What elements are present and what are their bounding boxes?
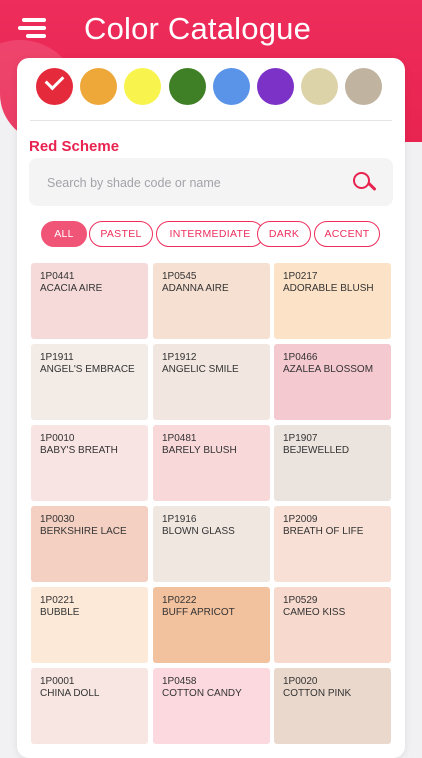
tab-dark[interactable]: DARK — [257, 221, 311, 247]
shade-code: 1P0466 — [283, 352, 318, 363]
color-swatch-red[interactable] — [36, 68, 73, 105]
shade-name: BREATH OF LIFE — [283, 526, 364, 537]
shade-tile[interactable]: 1P0222 BUFF APRICOT — [153, 587, 270, 663]
search-input[interactable] — [45, 170, 339, 196]
shade-tile[interactable]: 1P0221 BUBBLE — [31, 587, 148, 663]
shade-name: COTTON CANDY — [162, 688, 242, 699]
shade-name: BUFF APRICOT — [162, 607, 235, 618]
shade-tile[interactable]: 1P1916 BLOWN GLASS — [153, 506, 270, 582]
shade-name: ACACIA AIRE — [40, 283, 103, 294]
shade-code: 1P0030 — [40, 514, 75, 525]
menu-line — [18, 26, 46, 30]
shade-name: CAMEO KISS — [283, 607, 346, 618]
shade-tile[interactable]: 1P0030 BERKSHIRE LACE — [31, 506, 148, 582]
check-icon — [44, 70, 65, 91]
shade-code: 1P0545 — [162, 271, 197, 282]
shade-tile[interactable]: 1P0481 BARELY BLUSH — [153, 425, 270, 501]
shade-tile[interactable]: 1P0545 ADANNA AIRE — [153, 263, 270, 339]
shade-name: ADANNA AIRE — [162, 283, 229, 294]
shade-name: ANGEL'S EMBRACE — [40, 364, 135, 375]
shade-tile[interactable]: 1P2009 BREATH OF LIFE — [274, 506, 391, 582]
color-swatch-orange[interactable] — [80, 68, 117, 105]
tab-accent[interactable]: ACCENT — [314, 221, 380, 247]
hamburger-menu-icon[interactable] — [18, 16, 50, 40]
shade-tile[interactable]: 1P0001 CHINA DOLL — [31, 668, 148, 744]
shade-tile[interactable]: 1P1911 ANGEL'S EMBRACE — [31, 344, 148, 420]
shade-tile[interactable]: 1P0010 BABY'S BREATH — [31, 425, 148, 501]
shade-name: COTTON PINK — [283, 688, 352, 699]
shade-code: 1P0217 — [283, 271, 318, 282]
shade-code: 1P0441 — [40, 271, 75, 282]
shade-code: 1P0020 — [283, 676, 318, 687]
menu-line — [26, 34, 46, 38]
color-filter-row — [36, 68, 388, 106]
color-swatch-yellow[interactable] — [124, 68, 161, 105]
shade-name: CHINA DOLL — [40, 688, 100, 699]
search-icon[interactable] — [351, 170, 377, 196]
menu-line — [22, 18, 46, 22]
shade-name: BERKSHIRE LACE — [40, 526, 127, 537]
color-swatch-purple[interactable] — [257, 68, 294, 105]
shade-code: 1P2009 — [283, 514, 318, 525]
shade-code: 1P0458 — [162, 676, 197, 687]
shade-code: 1P0221 — [40, 595, 75, 606]
shade-code: 1P0010 — [40, 433, 75, 444]
shade-tile[interactable]: 1P1907 BEJEWELLED — [274, 425, 391, 501]
color-swatch-cream[interactable] — [301, 68, 338, 105]
shade-name: AZALEA BLOSSOM — [283, 364, 374, 375]
divider — [30, 120, 392, 121]
shade-tile[interactable]: 1P0458 COTTON CANDY — [153, 668, 270, 744]
shade-tile[interactable]: 1P0529 CAMEO KISS — [274, 587, 391, 663]
shade-name: BARELY BLUSH — [162, 445, 237, 456]
shade-name: BUBBLE — [40, 607, 80, 618]
color-swatch-blue[interactable] — [213, 68, 250, 105]
shade-name: ANGELIC SMILE — [162, 364, 239, 375]
shade-tile[interactable]: 1P0020 COTTON PINK — [274, 668, 391, 744]
shade-code: 1P0481 — [162, 433, 197, 444]
search-icon-lens — [353, 172, 370, 189]
shade-tile[interactable]: 1P0466 AZALEA BLOSSOM — [274, 344, 391, 420]
shade-name: BLOWN GLASS — [162, 526, 235, 537]
tab-intermediate[interactable]: INTERMEDIATE — [156, 221, 264, 247]
shade-code: 1P0222 — [162, 595, 197, 606]
color-swatch-taupe[interactable] — [345, 68, 382, 105]
shade-tile[interactable]: 1P0217 ADORABLE BLUSH — [274, 263, 391, 339]
shade-code: 1P0529 — [283, 595, 318, 606]
shade-code: 1P1912 — [162, 352, 197, 363]
app-title: Color Catalogue — [84, 11, 312, 46]
search-bar — [29, 158, 393, 206]
scheme-title: Red Scheme — [29, 138, 120, 155]
search-icon-handle — [367, 181, 377, 192]
shade-tile[interactable]: 1P1912 ANGELIC SMILE — [153, 344, 270, 420]
shade-code: 1P1907 — [283, 433, 318, 444]
shade-code: 1P1911 — [40, 352, 74, 363]
shade-name: ADORABLE BLUSH — [283, 283, 374, 294]
tab-pastel[interactable]: PASTEL — [89, 221, 153, 247]
tab-all[interactable]: ALL — [41, 221, 87, 247]
shade-code: 1P0001 — [40, 676, 75, 687]
color-swatch-green[interactable] — [169, 68, 206, 105]
shade-name: BEJEWELLED — [283, 445, 350, 456]
shade-name: BABY'S BREATH — [40, 445, 118, 456]
shade-tile[interactable]: 1P0441 ACACIA AIRE — [31, 263, 148, 339]
shade-code: 1P1916 — [162, 514, 197, 525]
